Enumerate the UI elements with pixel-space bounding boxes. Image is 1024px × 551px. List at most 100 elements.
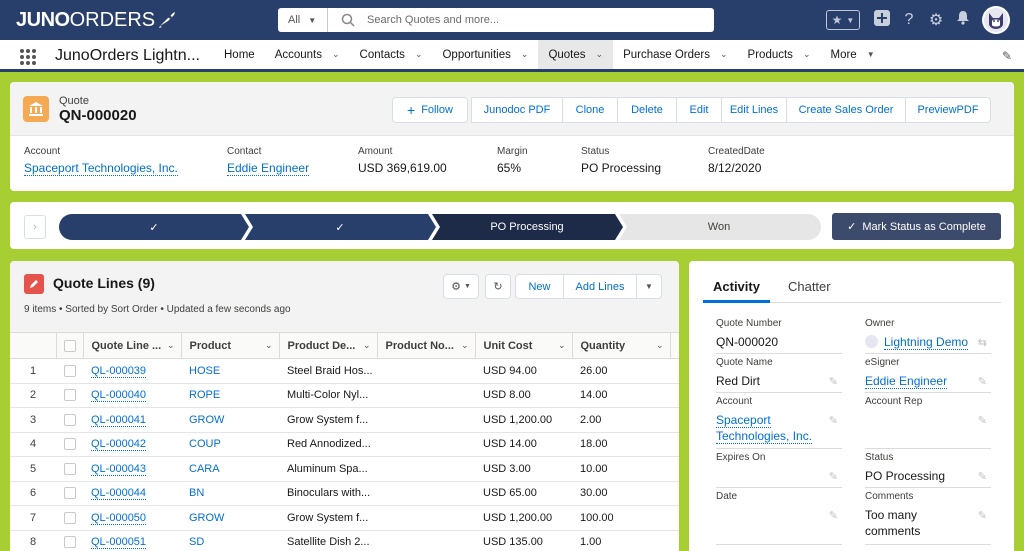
column-header-product[interactable]: Product ⌄ [181, 332, 280, 359]
table-row[interactable]: 3 QL-000041 GROW Grow System f... USD 1,… [10, 407, 679, 433]
chevron-down-icon[interactable]: ⌄ [415, 49, 423, 60]
row-checkbox[interactable] [63, 536, 76, 549]
app-launcher-icon[interactable] [20, 49, 36, 65]
app-logo[interactable]: JUNO ORDERS [16, 9, 177, 31]
gear-icon[interactable]: ⚙ [928, 10, 944, 30]
chevron-down-icon[interactable]: ⌄ [461, 340, 469, 351]
quote-line-link[interactable]: QL-000041 [91, 413, 147, 427]
table-row[interactable]: 6 QL-000044 BN Binoculars with... USD 65… [10, 481, 679, 506]
edit-pencil-icon[interactable]: ✎ [829, 375, 838, 388]
column-header-product-description[interactable]: Product De... ⌄ [279, 332, 378, 359]
search-input[interactable] [367, 14, 687, 26]
edit-pencil-icon[interactable]: ✎ [978, 470, 987, 483]
contact-link[interactable]: Eddie Engineer [227, 161, 310, 176]
add-lines-button[interactable]: Add Lines [563, 274, 637, 299]
edit-pencil-icon[interactable]: ✎ [829, 509, 838, 522]
add-icon[interactable] [874, 9, 890, 31]
edit-pencil-icon[interactable]: ✎ [978, 414, 987, 427]
column-header-truncated[interactable]: U [670, 332, 679, 359]
quote-line-link[interactable]: QL-000044 [91, 487, 147, 501]
new-quote-line-button[interactable]: New [515, 274, 564, 299]
product-link[interactable]: HOSE [189, 365, 220, 377]
table-row[interactable]: 7 QL-000050 GROW Grow System f... USD 1,… [10, 505, 679, 531]
nav-item-purchase-orders[interactable]: Purchase Orders ⌄ [613, 40, 737, 69]
table-row[interactable]: 1 QL-000039 HOSE Steel Braid Hos... USD … [10, 358, 679, 384]
bell-icon[interactable] [955, 10, 971, 30]
edit-nav-icon[interactable]: ✎ [1002, 49, 1012, 63]
row-checkbox[interactable] [63, 487, 76, 500]
table-row[interactable]: 8 QL-000051 SD Satellite Dish 2... USD 1… [10, 530, 679, 551]
chevron-down-icon[interactable]: ⌄ [596, 49, 604, 60]
chevron-down-icon[interactable]: ⌄ [803, 49, 811, 60]
path-stage-won[interactable]: Won [619, 214, 819, 240]
row-checkbox[interactable] [63, 462, 76, 475]
select-all-checkbox[interactable] [63, 339, 76, 352]
table-row[interactable]: 4 QL-000042 COUP Red Annodized... USD 14… [10, 432, 679, 457]
product-link[interactable]: GROW [189, 512, 224, 524]
edit-pencil-icon[interactable]: ✎ [978, 375, 987, 388]
refresh-button[interactable]: ↻ [485, 274, 511, 299]
product-link[interactable]: CARA [189, 463, 220, 475]
nav-item-opportunities[interactable]: Opportunities ⌄ [432, 40, 538, 69]
chevron-down-icon[interactable]: ⌄ [167, 340, 175, 351]
edit-pencil-icon[interactable]: ✎ [978, 509, 987, 522]
product-link[interactable]: GROW [189, 414, 224, 426]
chevron-down-icon[interactable]: ⌄ [265, 340, 273, 351]
delete-button[interactable]: Delete [617, 97, 677, 123]
chevron-down-icon[interactable]: ⌄ [332, 49, 340, 60]
row-checkbox[interactable] [63, 413, 76, 426]
quote-lines-title[interactable]: Quote Lines (9) [53, 275, 155, 291]
column-header-quote-line[interactable]: Quote Line ... ⌄ [83, 332, 182, 359]
nav-item-products[interactable]: Products ⌄ [738, 40, 821, 69]
preview-pdf-button[interactable]: PreviewPDF [905, 97, 991, 123]
table-row[interactable]: 5 QL-000043 CARA Aluminum Spa... USD 3.0… [10, 456, 679, 482]
tab-activity[interactable]: Activity [703, 275, 770, 303]
avatar[interactable] [982, 6, 1010, 34]
select-all-header[interactable] [56, 332, 84, 359]
nav-item-contacts[interactable]: Contacts ⌄ [350, 40, 433, 69]
edit-pencil-icon[interactable]: ✎ [829, 414, 838, 427]
column-header-unit-cost[interactable]: Unit Cost ⌄ [475, 332, 573, 359]
create-sales-order-button[interactable]: Create Sales Order [786, 97, 906, 123]
more-actions-button[interactable]: ▼ [636, 274, 662, 299]
favorites-button[interactable]: ★ ▼ [826, 10, 860, 30]
edit-pencil-icon[interactable]: ✎ [829, 470, 838, 483]
row-checkbox[interactable] [63, 511, 76, 524]
quote-line-link[interactable]: QL-000042 [91, 438, 147, 452]
chevron-down-icon[interactable]: ⌄ [558, 340, 566, 351]
path-toggle-button[interactable]: › [24, 215, 46, 239]
product-link[interactable]: COUP [189, 438, 221, 450]
account-link[interactable]: Spaceport Technologies, Inc. [24, 161, 178, 176]
quote-line-link[interactable]: QL-000050 [91, 511, 147, 525]
search-scope-dropdown[interactable]: All ▼ [278, 8, 328, 32]
tab-chatter[interactable]: Chatter [778, 275, 841, 303]
esigner-link[interactable]: Eddie Engineer [865, 374, 948, 389]
product-link[interactable]: BN [189, 487, 204, 499]
row-checkbox[interactable] [63, 389, 76, 402]
quote-line-link[interactable]: QL-000043 [91, 462, 147, 476]
clone-button[interactable]: Clone [562, 97, 618, 123]
path-stage-po-processing[interactable]: PO Processing [432, 214, 622, 240]
account-link[interactable]: Spaceport Technologies, Inc. [716, 413, 813, 444]
row-checkbox[interactable] [63, 438, 76, 451]
edit-lines-button[interactable]: Edit Lines [721, 97, 787, 123]
nav-item-home[interactable]: Home [214, 40, 265, 69]
product-link[interactable]: ROPE [189, 389, 220, 401]
column-header-quantity[interactable]: Quantity ⌄ [572, 332, 671, 359]
nav-item-more[interactable]: More ▼ [820, 40, 884, 69]
row-checkbox[interactable] [63, 364, 76, 377]
chevron-down-icon[interactable]: ⌄ [363, 340, 371, 351]
quote-line-link[interactable]: QL-000040 [91, 389, 147, 403]
junodoc-pdf-button[interactable]: Junodoc PDF [471, 97, 563, 123]
path-stage-1[interactable]: ✓ [59, 214, 249, 240]
product-link[interactable]: SD [189, 536, 204, 548]
change-owner-icon[interactable]: ⇆ [978, 336, 987, 349]
quote-line-link[interactable]: QL-000039 [91, 364, 147, 378]
owner-link[interactable]: Lightning Demo [884, 335, 969, 350]
quote-line-link[interactable]: QL-000051 [91, 536, 147, 550]
chevron-down-icon[interactable]: ⌄ [656, 340, 664, 351]
list-settings-button[interactable]: ⚙ ▼ [443, 274, 479, 299]
follow-button[interactable]: + Follow [392, 97, 468, 123]
chevron-down-icon[interactable]: ⌄ [521, 49, 529, 60]
caret-down-icon[interactable]: ▼ [867, 50, 875, 59]
